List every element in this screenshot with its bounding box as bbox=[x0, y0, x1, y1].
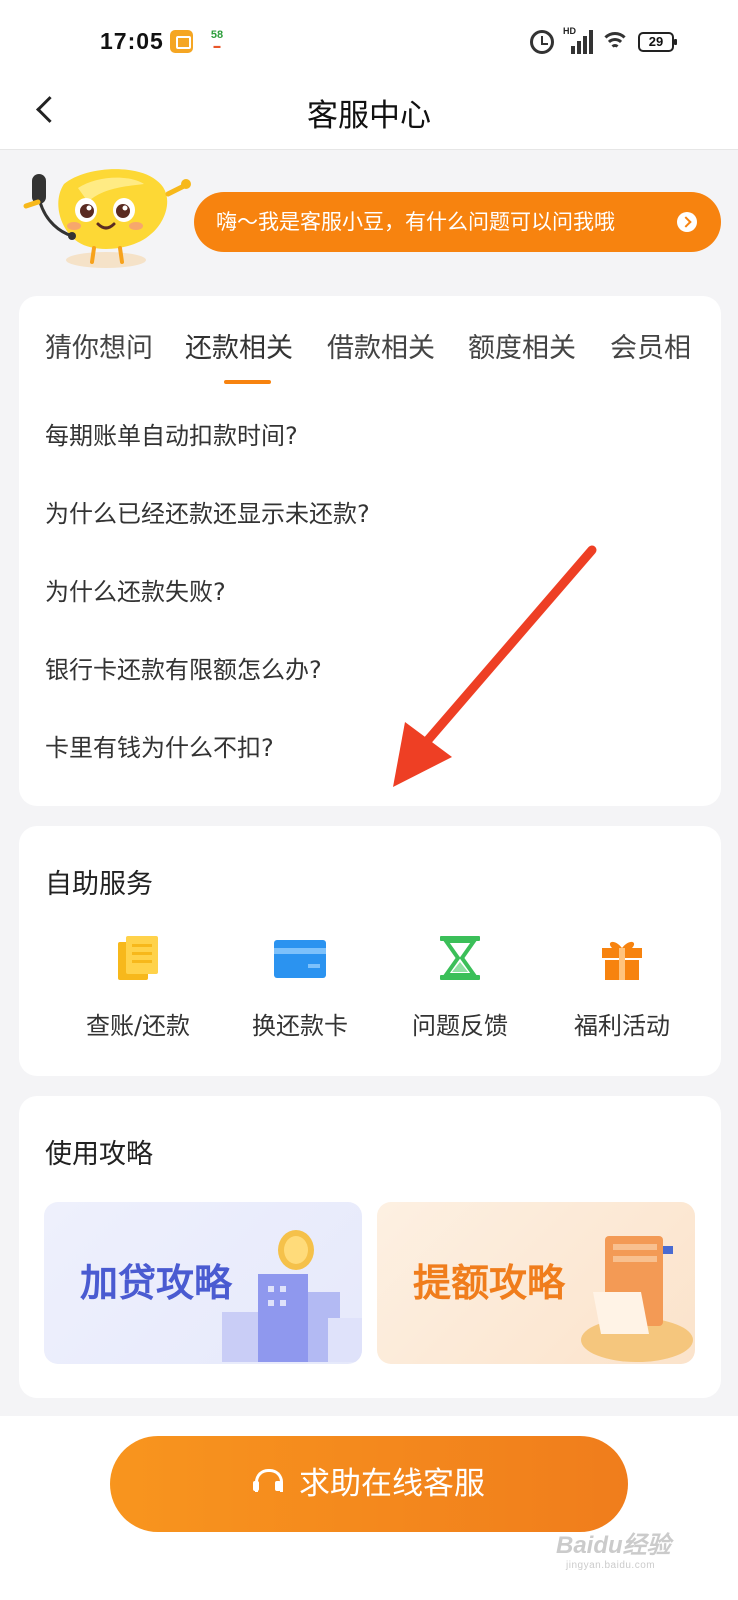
ledger-icon bbox=[118, 936, 158, 980]
guide-banner-loan[interactable]: 加贷攻略 bbox=[44, 1202, 362, 1364]
tab-loan[interactable]: 借款相关 bbox=[327, 326, 435, 365]
guide-label: 提额攻略 bbox=[413, 1261, 566, 1305]
guide-banner-quota[interactable]: 提额攻略 bbox=[377, 1202, 695, 1364]
notification-badge: 58 bbox=[210, 29, 224, 41]
buildings-coin-illustration bbox=[222, 1230, 362, 1362]
faq-tabs: 猜你想问 还款相关 借款相关 额度相关 会员相 bbox=[19, 326, 721, 386]
wifi-icon bbox=[600, 30, 630, 52]
page-title: 客服中心 bbox=[307, 98, 431, 134]
faq-list: 每期账单自动扣款时间? 为什么已经还款还显示未还款? 为什么还款失败? 银行卡还… bbox=[45, 416, 695, 806]
tab-guess[interactable]: 猜你想问 bbox=[45, 326, 153, 365]
bank-card-icon bbox=[274, 940, 326, 978]
tab-repayment[interactable]: 还款相关 bbox=[185, 326, 293, 365]
faq-item[interactable]: 为什么还款失败? bbox=[45, 572, 695, 650]
status-time: 17:05 bbox=[100, 28, 164, 54]
nav-bar: 客服中心 bbox=[0, 70, 738, 150]
alarm-icon bbox=[530, 30, 554, 54]
faq-item[interactable]: 卡里有钱为什么不扣? bbox=[45, 728, 695, 806]
self-service-title: 自助服务 bbox=[45, 869, 153, 900]
service-label: 福利活动 bbox=[574, 1012, 670, 1040]
online-support-button[interactable]: 求助在线客服 bbox=[110, 1436, 628, 1532]
document-illustration bbox=[581, 1236, 693, 1362]
service-label: 问题反馈 bbox=[412, 1012, 508, 1040]
tab-quota[interactable]: 额度相关 bbox=[468, 326, 576, 365]
headset-icon bbox=[253, 1467, 283, 1497]
faq-card: 猜你想问 还款相关 借款相关 额度相关 会员相 每期账单自动扣款时间? 为什么已… bbox=[19, 296, 721, 806]
guide-card: 使用攻略 加贷攻略 提额攻略 bbox=[19, 1096, 721, 1398]
active-tab-indicator bbox=[224, 380, 271, 384]
app-notification-icon: 58 ▬ bbox=[210, 29, 224, 51]
watermark-brand: Baidu经验 bbox=[556, 1532, 671, 1559]
greeting-bubble[interactable]: 嗨～我是客服小豆，有什么问题可以问我哦 bbox=[194, 192, 721, 252]
bottom-action-area: 求助在线客服 bbox=[0, 1416, 738, 1600]
self-service-card: 自助服务 查账/还款 换还款卡 问题反馈 福利活动 bbox=[19, 826, 721, 1076]
battery-icon: 29 bbox=[638, 32, 677, 52]
chevron-right-icon bbox=[677, 212, 697, 232]
service-item-benefits[interactable]: 福利活动 bbox=[547, 934, 697, 1041]
faq-item[interactable]: 为什么已经还款还显示未还款? bbox=[45, 494, 695, 572]
greeting-text: 嗨～我是客服小豆，有什么问题可以问我哦 bbox=[216, 210, 615, 234]
mascot-bean-illustration bbox=[23, 169, 191, 268]
baidu-watermark: Baidu经验 jingyan.baidu.com bbox=[556, 1525, 671, 1571]
tab-membership[interactable]: 会员相 bbox=[610, 326, 691, 365]
service-label: 查账/还款 bbox=[85, 1012, 191, 1040]
guide-label: 加贷攻略 bbox=[80, 1261, 233, 1305]
watermark-url: jingyan.baidu.com bbox=[566, 1560, 656, 1571]
service-item-feedback[interactable]: 问题反馈 bbox=[385, 934, 535, 1041]
message-notification-icon bbox=[170, 30, 193, 53]
online-support-label: 求助在线客服 bbox=[299, 1466, 485, 1502]
hourglass-icon bbox=[440, 936, 480, 980]
service-item-billing[interactable]: 查账/还款 bbox=[63, 934, 213, 1041]
faq-item[interactable]: 每期账单自动扣款时间? bbox=[45, 416, 695, 494]
service-label: 换还款卡 bbox=[252, 1012, 348, 1040]
faq-item[interactable]: 银行卡还款有限额怎么办? bbox=[45, 650, 695, 728]
gift-icon bbox=[602, 941, 642, 980]
signal-hd-label: HD bbox=[563, 26, 576, 36]
guide-title: 使用攻略 bbox=[45, 1139, 153, 1170]
service-item-change-card[interactable]: 换还款卡 bbox=[225, 934, 375, 1041]
cell-signal-icon: HD bbox=[563, 26, 593, 54]
